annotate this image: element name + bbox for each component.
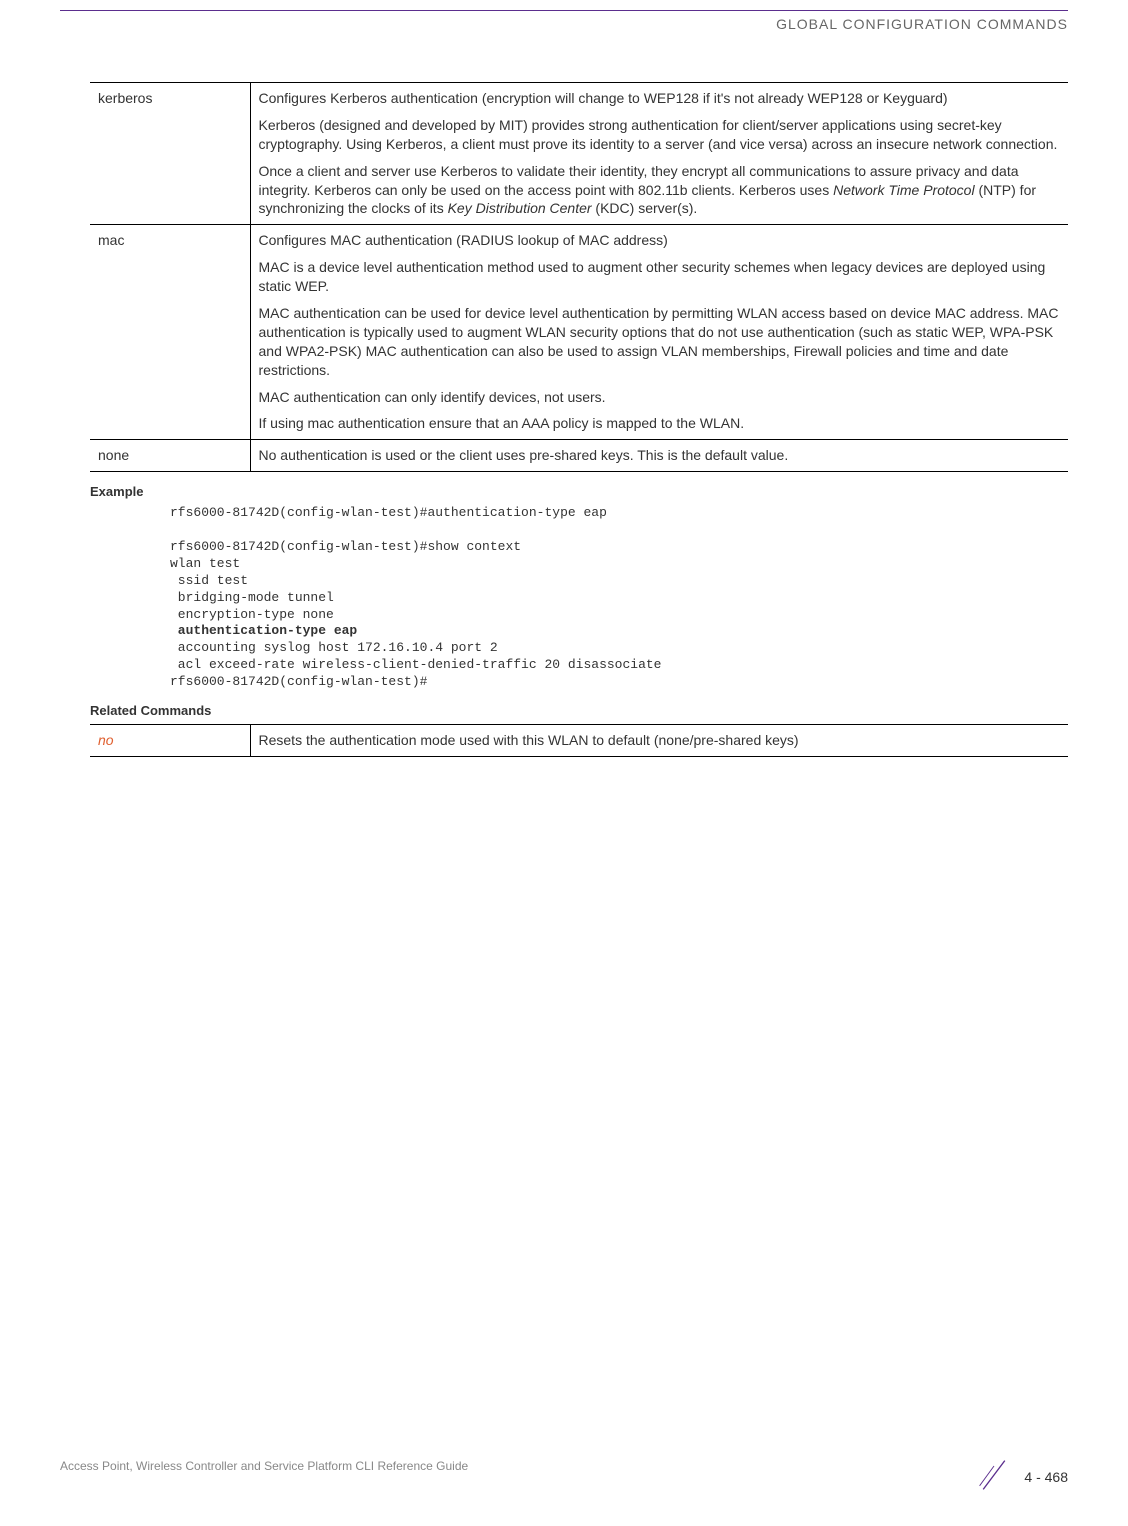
related-command-name: no: [90, 725, 250, 757]
param-name: none: [90, 440, 250, 472]
related-label: Related Commands: [90, 703, 1068, 718]
example-label: Example: [90, 484, 1068, 499]
header-rule: [60, 10, 1068, 11]
related-command-description: Resets the authentication mode used with…: [250, 725, 1068, 757]
page-number: 4 - 468: [1024, 1469, 1068, 1485]
param-description: Configures MAC authentication (RADIUS lo…: [250, 225, 1068, 440]
example-code: rfs6000-81742D(config-wlan-test)#authent…: [170, 505, 1068, 691]
related-commands-table: noResets the authentication mode used wi…: [90, 724, 1068, 757]
footer-slash-icon: [976, 1457, 1012, 1496]
param-name: mac: [90, 225, 250, 440]
param-description: Configures Kerberos authentication (encr…: [250, 83, 1068, 225]
param-description: No authentication is used or the client …: [250, 440, 1068, 472]
param-name: kerberos: [90, 83, 250, 225]
page-header: GLOBAL CONFIGURATION COMMANDS: [60, 16, 1068, 32]
parameters-table: kerberosConfigures Kerberos authenticati…: [90, 82, 1068, 472]
footer-text: Access Point, Wireless Controller and Se…: [60, 1459, 468, 1473]
page-footer: Access Point, Wireless Controller and Se…: [0, 1457, 1128, 1496]
